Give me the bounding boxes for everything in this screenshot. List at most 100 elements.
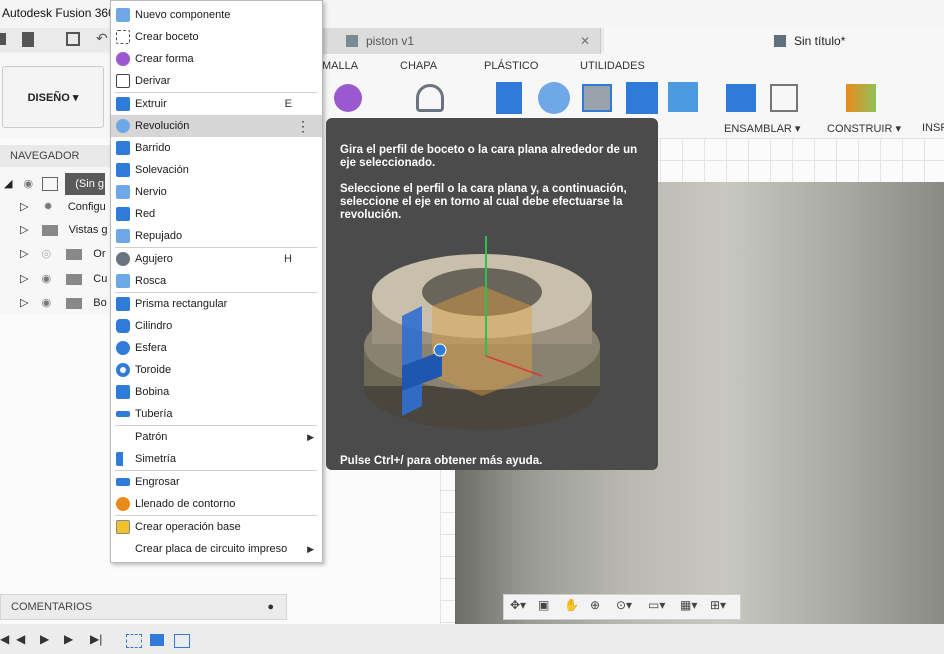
eye-icon[interactable]: ◉ [24, 178, 34, 190]
expand-icon[interactable]: ▷ [20, 297, 28, 309]
extrude-tool-icon[interactable] [496, 82, 522, 114]
web-icon [116, 207, 130, 221]
navigator-row-config[interactable]: ▷ ✹ Configu [0, 196, 106, 218]
menu-item-loft[interactable]: Solevación [111, 159, 322, 181]
shell-tool-icon[interactable] [582, 84, 612, 112]
menu-item-sphere[interactable]: Esfera [111, 337, 322, 359]
form-tool-icon[interactable] [334, 84, 362, 112]
menu-item-new-component[interactable]: Nuevo componente [111, 4, 322, 26]
revolve-tool-icon[interactable] [538, 82, 570, 114]
wrench-tool-icon[interactable] [416, 84, 444, 112]
tab-sin-titulo[interactable]: Sin título* [604, 28, 944, 54]
menu-item-pattern[interactable]: Patrón ▶ [111, 426, 322, 448]
fit-icon[interactable]: ⊙▾ [616, 598, 632, 612]
eye-hidden-icon[interactable]: ◎ [42, 248, 52, 260]
hole-icon [116, 252, 130, 266]
add-comment-icon[interactable]: ● [267, 595, 274, 619]
menu-item-emboss[interactable]: Repujado [111, 225, 322, 247]
navigator-row-views[interactable]: ▷ Vistas g [0, 219, 108, 241]
menu-item-box[interactable]: Prisma rectangular [111, 293, 322, 315]
viewports-icon[interactable]: ⊞▾ [710, 598, 726, 612]
ribbon-tab-utilidades[interactable]: UTILIDADES [580, 60, 645, 72]
undo-icon[interactable]: ↶ [96, 30, 108, 47]
ribbon-tab-plastico[interactable]: PLÁSTICO [484, 60, 538, 72]
tab-piston[interactable]: piston v1 ✕ [322, 28, 601, 54]
menu-item-mirror[interactable]: Simetría [111, 448, 322, 470]
revolve-icon [116, 119, 130, 133]
timeline-extrude-icon[interactable] [150, 634, 164, 646]
shortcut-label: E [284, 98, 292, 110]
navigator-header: NAVEGADOR [0, 145, 110, 167]
look-at-icon[interactable]: ▣ [538, 598, 549, 612]
expand-icon[interactable]: ▷ [20, 224, 28, 236]
ribbon-tab-malla[interactable]: MALLA [322, 60, 358, 72]
navigator-row-origin[interactable]: ▷ ◎ Or [0, 243, 106, 265]
menu-item-cylinder[interactable]: Cilindro [111, 315, 322, 337]
grid-settings-icon[interactable]: ▦▾ [680, 598, 697, 612]
joint-tool-icon[interactable] [770, 84, 798, 112]
menu-item-derive[interactable]: Derivar [111, 70, 322, 92]
new-component-tool-icon[interactable] [726, 84, 756, 112]
menu-item-pipe[interactable]: Tubería [111, 403, 322, 425]
ribbon-tab-chapa[interactable]: CHAPA [400, 60, 437, 72]
go-to-end-icon[interactable]: ▶| [90, 632, 102, 646]
menu-item-boundary-fill[interactable]: Llenado de contorno [111, 493, 322, 515]
comments-panel[interactable]: COMENTARIOS ● [0, 594, 287, 620]
sketch-icon [116, 30, 130, 44]
menu-item-create-pcb[interactable]: Crear placa de circuito impreso ▶ [111, 538, 322, 560]
eye-icon[interactable]: ◉ [42, 297, 52, 309]
file-icon[interactable] [22, 32, 34, 47]
submenu-arrow-icon: ▶ [307, 431, 314, 442]
step-back-icon[interactable]: ◀ [16, 632, 25, 646]
expand-icon[interactable]: ▷ [20, 201, 28, 213]
navigator-row-root[interactable]: ◢ ◉ (Sin g [0, 173, 106, 195]
construct-plane-icon[interactable] [846, 84, 876, 112]
navigator-row-sketches[interactable]: ▷ ◉ Bo [0, 292, 107, 314]
menu-item-extrude[interactable]: Extruir E [111, 93, 322, 115]
go-to-start-icon[interactable]: ◀ [0, 632, 9, 646]
combine-tool-icon[interactable] [626, 82, 658, 114]
inspeccionar-menu[interactable]: INSPE [922, 122, 944, 134]
document-icon [42, 177, 59, 192]
menu-item-revolve[interactable]: Revolución ⋮ [111, 115, 322, 137]
thread-icon [116, 274, 130, 288]
navigator-row-bodies[interactable]: ▷ ◉ Cu [0, 268, 107, 290]
menu-item-hole[interactable]: Agujero H [111, 248, 322, 270]
menu-item-sweep[interactable]: Barrido [111, 137, 322, 159]
boundary-fill-icon [116, 497, 130, 511]
menu-item-create-sketch[interactable]: Crear boceto [111, 26, 322, 48]
derive-icon [116, 74, 130, 88]
menu-item-thread[interactable]: Rosca [111, 270, 322, 292]
more-options-icon[interactable]: ⋮ [296, 118, 310, 135]
menu-item-base-feature[interactable]: Crear operación base [111, 516, 322, 538]
orbit-icon[interactable]: ✥▾ [510, 598, 526, 612]
save-icon[interactable] [66, 32, 80, 46]
close-tab-icon[interactable]: ✕ [580, 28, 590, 54]
tab-label: piston v1 [366, 34, 415, 48]
construir-menu[interactable]: CONSTRUIR ▾ [827, 122, 901, 135]
timeline-sketch-icon[interactable] [126, 634, 142, 648]
menu-item-web[interactable]: Red [111, 203, 322, 225]
ensamblar-menu[interactable]: ENSAMBLAR ▾ [724, 122, 800, 135]
menu-item-create-form[interactable]: Crear forma [111, 48, 322, 70]
pan-icon[interactable]: ✋ [564, 598, 579, 612]
expand-icon[interactable]: ▷ [20, 248, 28, 260]
eye-icon[interactable]: ◉ [42, 273, 52, 285]
menu-item-thicken[interactable]: Engrosar [111, 471, 322, 493]
menu-item-coil[interactable]: Bobina [111, 381, 322, 403]
play-icon[interactable]: ▶ [40, 632, 49, 646]
expand-icon[interactable]: ▷ [20, 273, 28, 285]
menu-item-torus[interactable]: Toroide [111, 359, 322, 381]
zoom-icon[interactable]: ⊕ [590, 598, 600, 612]
split-tool-icon[interactable] [668, 82, 698, 112]
step-forward-icon[interactable]: ▶ [64, 632, 73, 646]
menu-item-rib[interactable]: Nervio [111, 181, 322, 203]
grid-menu-icon[interactable] [0, 33, 6, 45]
navigator-label: (Sin g [65, 173, 106, 195]
create-menu: Nuevo componente Crear boceto Crear form… [110, 0, 323, 563]
display-settings-icon[interactable]: ▭▾ [648, 598, 665, 612]
workspace-switcher[interactable]: DISEÑO ▾ [2, 66, 104, 128]
timeline-feature-icon[interactable] [174, 634, 190, 648]
collapse-icon[interactable]: ◢ [4, 178, 12, 190]
navigator-title: NAVEGADOR [10, 150, 80, 162]
